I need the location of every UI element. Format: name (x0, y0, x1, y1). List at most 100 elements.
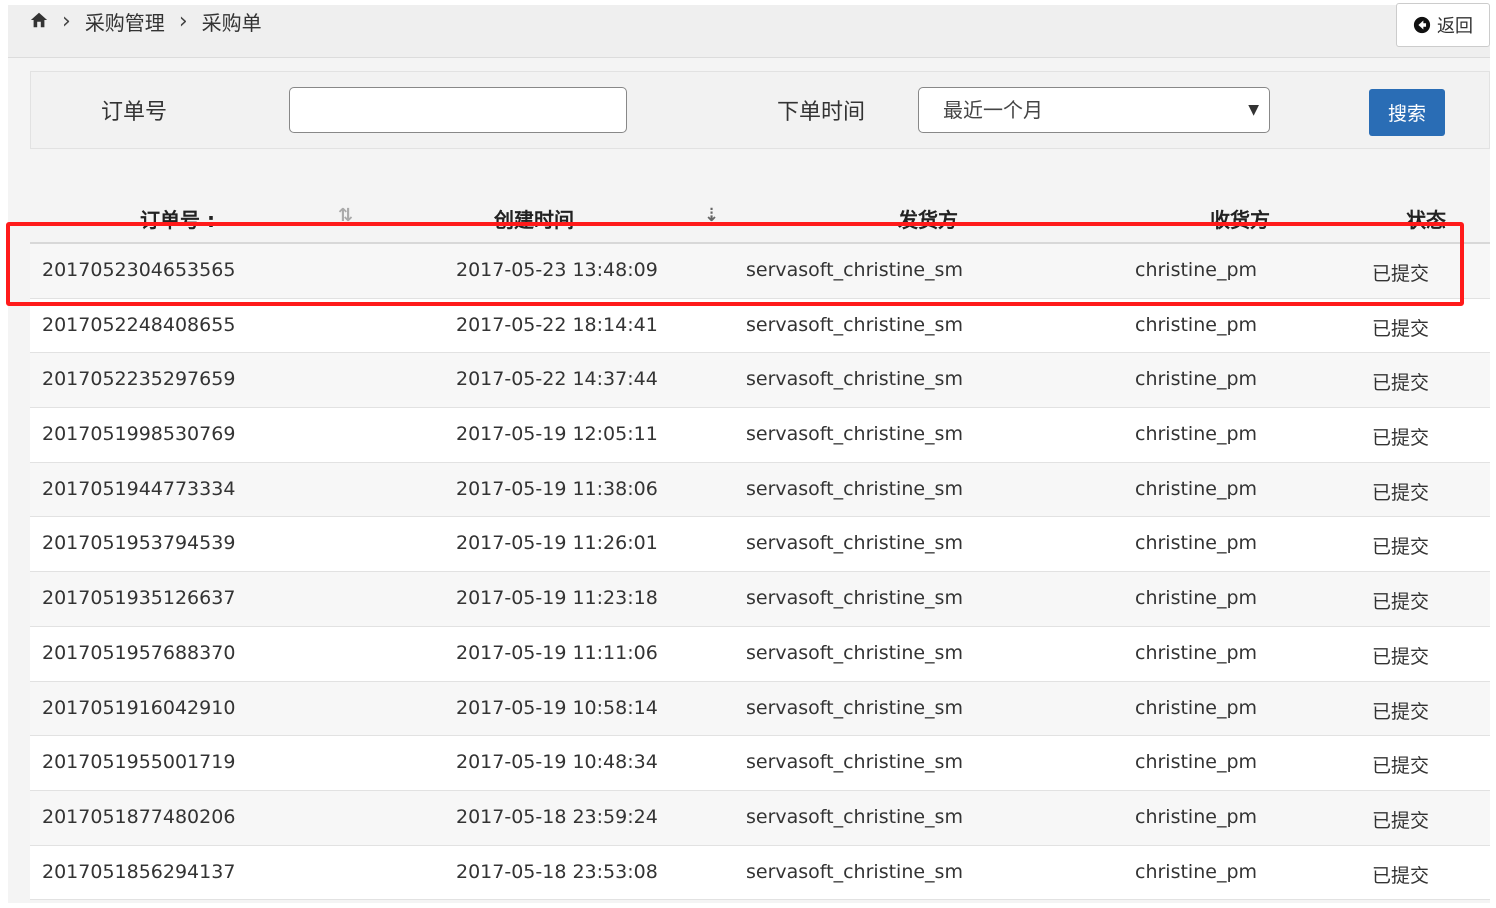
cell-created-time: 2017-05-22 18:14:41 (456, 313, 658, 336)
cell-order-number: 2017051998530769 (42, 423, 236, 446)
cell-receiver: christine_pm (1135, 751, 1258, 774)
table-row[interactable]: 2017051998530769 2017-05-19 12:05:11 serva… (30, 408, 1490, 463)
table-row[interactable]: 2017052248408655 2017-05-22 18:14:41 serva… (30, 298, 1490, 354)
header-order-number[interactable]: 订单号 : (140, 204, 215, 233)
breadcrumb-item-purchase-order: 采购单 (201, 11, 262, 35)
cell-order-number: 2017051955001719 (42, 751, 236, 774)
order-number-label: 订单号 (101, 100, 168, 125)
table-row[interactable]: 2017051877480206 2017-05-18 23:59:24 serva… (30, 790, 1490, 846)
cell-shipper: servasoft_christine_sm (746, 696, 963, 719)
cell-created-time: 2017-05-22 14:37:44 (456, 368, 658, 391)
cell-status: 已提交 (1372, 809, 1430, 832)
cell-status: 已提交 (1372, 372, 1430, 395)
cell-shipper: servasoft_christine_sm (746, 477, 963, 500)
cell-shipper: servasoft_christine_sm (746, 313, 963, 336)
cell-receiver: christine_pm (1135, 860, 1258, 883)
breadcrumb-separator: › (178, 9, 188, 34)
cell-order-number: 2017051856294137 (42, 860, 236, 883)
cell-shipper: servasoft_christine_sm (746, 641, 963, 664)
cell-created-time: 2017-05-19 11:23:18 (456, 587, 658, 610)
table-row[interactable]: 2017051955001719 2017-05-19 10:48:34 serva… (30, 736, 1490, 791)
table-row[interactable]: 2017051944773334 2017-05-19 11:38:06 serva… (30, 462, 1490, 518)
home-icon[interactable] (30, 10, 48, 34)
table-row[interactable]: 2017052304653565 2017-05-23 13:48:09 serva… (30, 244, 1490, 299)
breadcrumb-separator: › (62, 9, 71, 34)
cell-receiver: christine_pm (1135, 696, 1258, 719)
cell-status: 已提交 (1372, 864, 1430, 887)
cell-status: 已提交 (1372, 591, 1430, 614)
cell-shipper: servasoft_christine_sm (746, 423, 963, 446)
table-row[interactable]: 2017051953794539 2017-05-19 11:26:01 serva… (30, 517, 1490, 573)
cell-receiver: christine_pm (1135, 587, 1258, 610)
table-row[interactable]: 2017052235297659 2017-05-22 14:37:44 serva… (30, 353, 1490, 409)
back-button[interactable]: 返回 (1396, 3, 1490, 47)
cell-created-time: 2017-05-18 23:59:24 (456, 805, 658, 828)
cell-shipper: servasoft_christine_sm (746, 259, 963, 281)
search-panel: 订单号 下单时间 最近一个月 ▼ 搜索 (30, 71, 1490, 149)
cell-created-time: 2017-05-23 13:48:09 (456, 259, 658, 281)
cell-status: 已提交 (1372, 317, 1430, 340)
cell-receiver: christine_pm (1135, 259, 1258, 281)
header-created-time[interactable]: 创建时间 (494, 204, 574, 233)
cell-shipper: servasoft_christine_sm (746, 860, 963, 883)
header-status: 状态 (1406, 208, 1446, 232)
table-row[interactable]: 2017051957688370 2017-05-19 11:11:06 serva… (30, 626, 1490, 682)
search-button[interactable]: 搜索 (1369, 89, 1445, 136)
table-row[interactable]: 2017051916042910 2017-05-19 10:58:14 serva… (30, 681, 1490, 737)
order-time-selected: 最近一个月 (943, 98, 1043, 122)
cell-created-time: 2017-05-19 10:48:34 (456, 751, 658, 774)
header-shipper: 发货方 (898, 208, 958, 232)
cell-receiver: christine_pm (1135, 641, 1258, 664)
cell-order-number: 2017052235297659 (42, 368, 236, 391)
cell-order-number: 2017051944773334 (42, 477, 236, 500)
table-header: 订单号 : ⇅ 创建时间 ⇣ 发货方 收货方 状态 (30, 180, 1490, 244)
cell-order-number: 2017051877480206 (42, 805, 236, 828)
caret-down-icon: ▼ (1248, 102, 1259, 118)
cell-created-time: 2017-05-19 12:05:11 (456, 423, 658, 446)
cell-status: 已提交 (1372, 481, 1430, 504)
breadcrumb-item-purchase-management[interactable]: 采购管理 (85, 7, 165, 36)
cell-order-number: 2017051916042910 (42, 696, 236, 719)
cell-receiver: christine_pm (1135, 805, 1258, 828)
purchase-order-table: 订单号 : ⇅ 创建时间 ⇣ 发货方 收货方 状态 20170523046535… (30, 180, 1490, 901)
sort-desc-icon[interactable]: ⇣ (704, 205, 719, 226)
cell-status: 已提交 (1372, 427, 1430, 450)
header-receiver: 收货方 (1210, 208, 1270, 232)
cell-receiver: christine_pm (1135, 313, 1258, 336)
cell-order-number: 2017052304653565 (42, 259, 236, 281)
cell-order-number: 2017051935126637 (42, 587, 236, 610)
top-bar: › 采购管理 › 采购单 (8, 5, 1490, 58)
back-button-label: 返回 (1437, 16, 1473, 37)
cell-shipper: servasoft_christine_sm (746, 751, 963, 774)
cell-created-time: 2017-05-19 11:26:01 (456, 532, 658, 555)
order-time-select[interactable]: 最近一个月 ▼ (918, 87, 1270, 133)
table-body: 2017052304653565 2017-05-23 13:48:09 serva… (30, 244, 1490, 901)
table-row[interactable]: 2017051856294137 2017-05-18 23:53:08 serva… (30, 845, 1490, 901)
cell-created-time: 2017-05-19 10:58:14 (456, 696, 658, 719)
cell-shipper: servasoft_christine_sm (746, 368, 963, 391)
order-time-label: 下单时间 (777, 100, 866, 125)
cell-order-number: 2017051953794539 (42, 532, 236, 555)
cell-shipper: servasoft_christine_sm (746, 532, 963, 555)
cell-status: 已提交 (1372, 536, 1430, 559)
cell-receiver: christine_pm (1135, 532, 1258, 555)
cell-created-time: 2017-05-19 11:11:06 (456, 641, 658, 664)
cell-receiver: christine_pm (1135, 368, 1258, 391)
cell-order-number: 2017051957688370 (42, 641, 236, 664)
cell-order-number: 2017052248408655 (42, 313, 236, 336)
cell-status: 已提交 (1372, 645, 1430, 668)
order-number-input[interactable] (289, 87, 627, 133)
cell-receiver: christine_pm (1135, 477, 1258, 500)
cell-status: 已提交 (1372, 755, 1430, 778)
table-row[interactable]: 2017051935126637 2017-05-19 11:23:18 serva… (30, 572, 1490, 627)
cell-status: 已提交 (1372, 700, 1430, 723)
cell-shipper: servasoft_christine_sm (746, 587, 963, 610)
cell-created-time: 2017-05-18 23:53:08 (456, 860, 658, 883)
cell-shipper: servasoft_christine_sm (746, 805, 963, 828)
cell-status: 已提交 (1372, 263, 1430, 285)
cell-receiver: christine_pm (1135, 423, 1258, 446)
cell-created-time: 2017-05-19 11:38:06 (456, 477, 658, 500)
circle-arrow-left-icon (1413, 16, 1431, 34)
breadcrumb: › 采购管理 › 采购单 (30, 7, 262, 36)
sort-icon[interactable]: ⇅ (338, 205, 353, 226)
